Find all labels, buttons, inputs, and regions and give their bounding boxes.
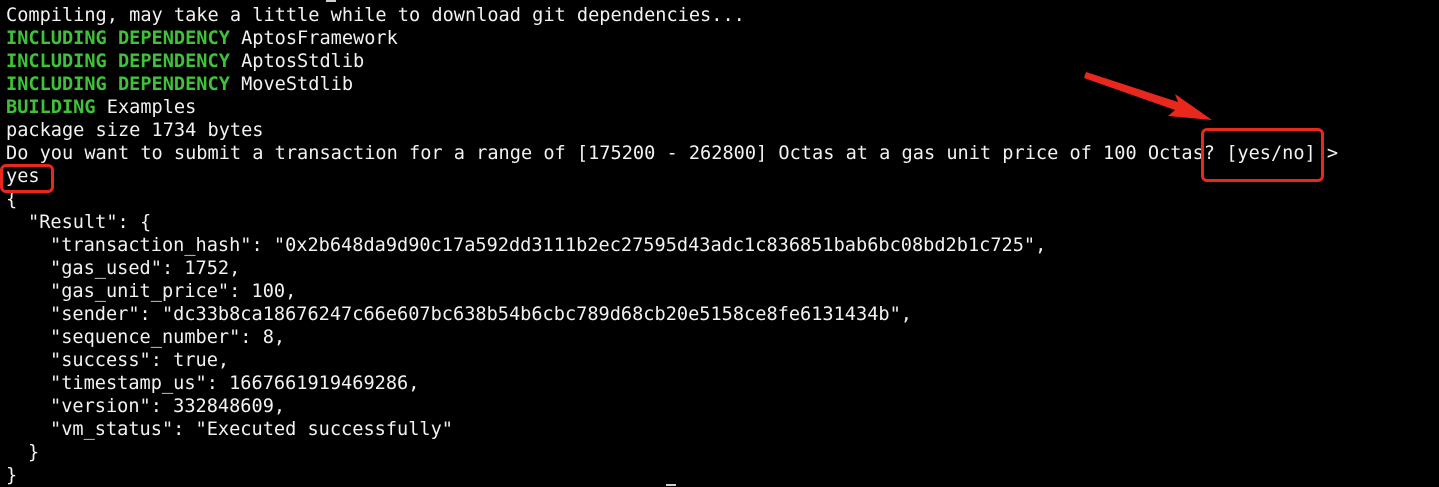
json-open-brace: { — [6, 189, 18, 210]
version-line: "version": 332848609, — [50, 396, 286, 417]
timestamp-line: "timestamp_us": 1667661919469286, — [50, 373, 420, 394]
result-key-line: "Result": { — [28, 212, 152, 233]
compiling-line: Compiling, may take a little while to do… — [6, 5, 745, 26]
dependency-name: MoveStdlib — [229, 74, 354, 95]
terminal-window[interactable]: { "colors": { "background": "#000000", "… — [0, 0, 1439, 487]
building-keyword: BUILDING — [6, 97, 96, 118]
dependency-line: INCLUDING DEPENDENCY AptosFramework — [6, 27, 1439, 50]
gas-unit-price-line: "gas_unit_price": 100, — [50, 281, 297, 302]
dependency-keyword: INCLUDING DEPENDENCY — [6, 74, 230, 95]
building-line: BUILDING Examples — [6, 96, 1439, 119]
cursor-fragment-top — [326, 0, 336, 2]
transaction-hash-line: "transaction_hash": "0x2b648da9d90c17a59… — [50, 235, 1047, 256]
sequence-number-line: "sequence_number": 8, — [50, 327, 286, 348]
dependency-line: INCLUDING DEPENDENCY AptosStdlib — [6, 50, 1439, 73]
transaction-prompt: Do you want to submit a transaction for … — [6, 143, 1339, 164]
user-input-line[interactable]: yes — [6, 165, 1439, 188]
dependency-line: INCLUDING DEPENDENCY MoveStdlib — [6, 73, 1439, 96]
dependency-keyword: INCLUDING DEPENDENCY — [6, 51, 230, 72]
terminal-output[interactable]: Compiling, may take a little while to do… — [6, 4, 1439, 487]
success-line: "success": true, — [50, 350, 230, 371]
cursor-fragment-bottom — [666, 484, 676, 486]
json-close-brace: } — [6, 465, 18, 486]
dependency-name: AptosFramework — [229, 28, 398, 49]
vm-status-line: "vm_status": "Executed successfully" — [50, 419, 453, 440]
gas-used-line: "gas_used": 1752, — [50, 258, 241, 279]
building-name: Examples — [95, 97, 197, 118]
dependency-name: AptosStdlib — [229, 51, 365, 72]
result-close-brace: } — [28, 442, 40, 463]
sender-line: "sender": "dc33b8ca18676247c66e607bc638b… — [50, 304, 912, 325]
package-size-line: package size 1734 bytes — [6, 120, 264, 141]
dependency-keyword: INCLUDING DEPENDENCY — [6, 28, 230, 49]
